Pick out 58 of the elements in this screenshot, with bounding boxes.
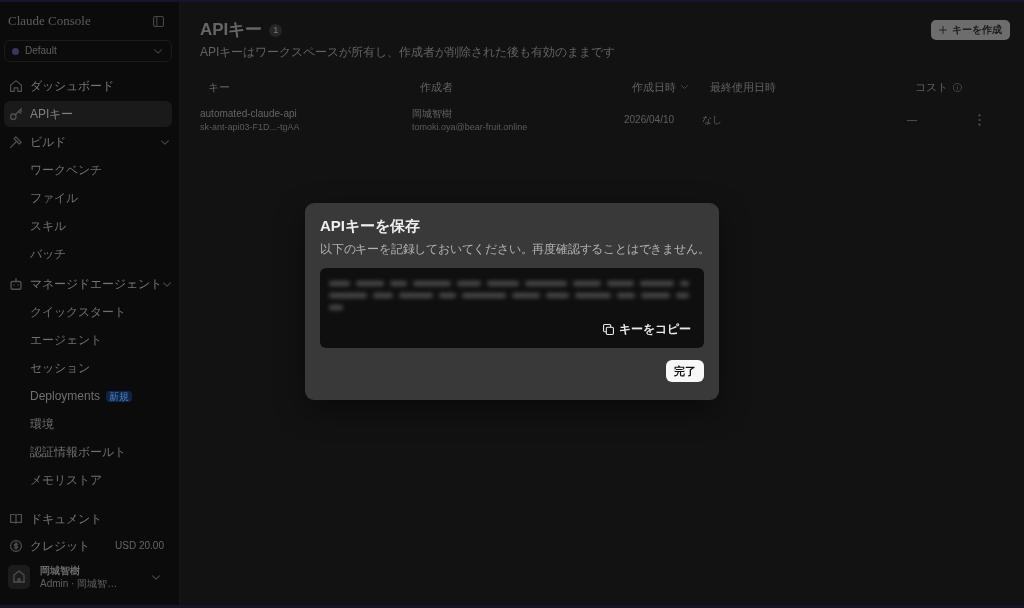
nav-item[interactable]: ダッシュボード — [4, 73, 172, 99]
count-badge: 1 — [269, 23, 283, 37]
nav-subitem[interactable]: スキル — [4, 213, 172, 239]
column-header: 最終使用日時 — [710, 80, 776, 94]
copy-key-button[interactable]: キーをコピー — [603, 320, 691, 338]
more-options-icon[interactable] — [978, 114, 981, 126]
nav-item[interactable]: マネージドエージェント — [4, 271, 172, 297]
page-description: APIキーはワークスペースが所有し、作成者が削除された後も有効のままです — [200, 45, 616, 59]
nav-subitem[interactable]: 認証情報ボールト — [4, 439, 172, 465]
column-header: キー — [208, 80, 230, 94]
nav-subitem[interactable]: エージェント — [4, 327, 172, 353]
nav-subitem[interactable]: Deployments 新規 — [4, 383, 172, 409]
copy-icon — [603, 323, 614, 335]
key-name: automated-claude-api — [200, 107, 298, 121]
creator-name: 岡城智樹 — [412, 107, 453, 121]
home-icon — [10, 80, 22, 92]
app-title: Claude Console — [8, 13, 91, 29]
creator-email: tomoki.oya@bear-fruit.online — [412, 121, 529, 133]
nav-subitem[interactable]: ワークベンチ — [4, 157, 172, 183]
plus-icon — [939, 26, 947, 34]
page-title: APIキー — [200, 19, 263, 41]
cost-value: — — [907, 113, 917, 127]
dialog-message: 以下のキーを記録しておいてください。再度確認することはできません。 — [320, 242, 704, 257]
column-header: 作成日時 — [632, 80, 676, 94]
key-prefix: sk-ant-api03-F1D...-tgAA — [200, 121, 301, 133]
hammer-icon — [10, 136, 22, 148]
done-button[interactable]: 完了 — [666, 360, 704, 382]
dialog-title: APIキーを保存 — [320, 216, 421, 236]
nav-subitem[interactable]: セッション — [4, 355, 172, 381]
column-header: 作成者 — [420, 80, 453, 94]
nav-subitem[interactable]: 環境 — [4, 411, 172, 437]
credit-balance: USD 20.00 — [115, 539, 164, 553]
column-header: コスト — [915, 80, 948, 94]
user-name: 岡城智樹 — [40, 564, 81, 577]
nav-item[interactable]: ドキュメント — [4, 506, 172, 532]
create-key-button[interactable]: キーを作成 — [931, 20, 1010, 40]
nav-subitem[interactable]: バッチ — [4, 241, 172, 267]
workspace-selector[interactable]: Default — [4, 40, 172, 62]
info-icon[interactable] — [953, 82, 962, 92]
chevron-down-icon — [154, 48, 162, 54]
robot-icon — [10, 278, 22, 290]
user-role: Admin · 岡城智… — [40, 577, 118, 590]
new-badge: 新規 — [106, 390, 133, 402]
chevron-down-icon[interactable] — [152, 574, 160, 580]
nav-item[interactable]: APIキー — [4, 101, 172, 127]
last-used-date: なし — [702, 113, 722, 127]
nav-item[interactable]: ビルド — [4, 129, 172, 155]
building-icon — [8, 565, 30, 589]
coin-icon — [10, 540, 22, 552]
nav-item[interactable]: クレジット USD 20.00 — [4, 533, 172, 559]
sidebar-toggle-icon[interactable] — [153, 15, 164, 27]
created-date: 2026/04/10 — [624, 113, 675, 127]
book-icon — [10, 513, 22, 525]
key-icon — [10, 108, 22, 120]
nav-subitem[interactable]: ファイル — [4, 185, 172, 211]
sort-chevron-icon[interactable] — [681, 85, 688, 89]
nav-subitem[interactable]: メモリストア — [4, 467, 172, 493]
nav-subitem[interactable]: クイックスタート — [4, 299, 172, 325]
